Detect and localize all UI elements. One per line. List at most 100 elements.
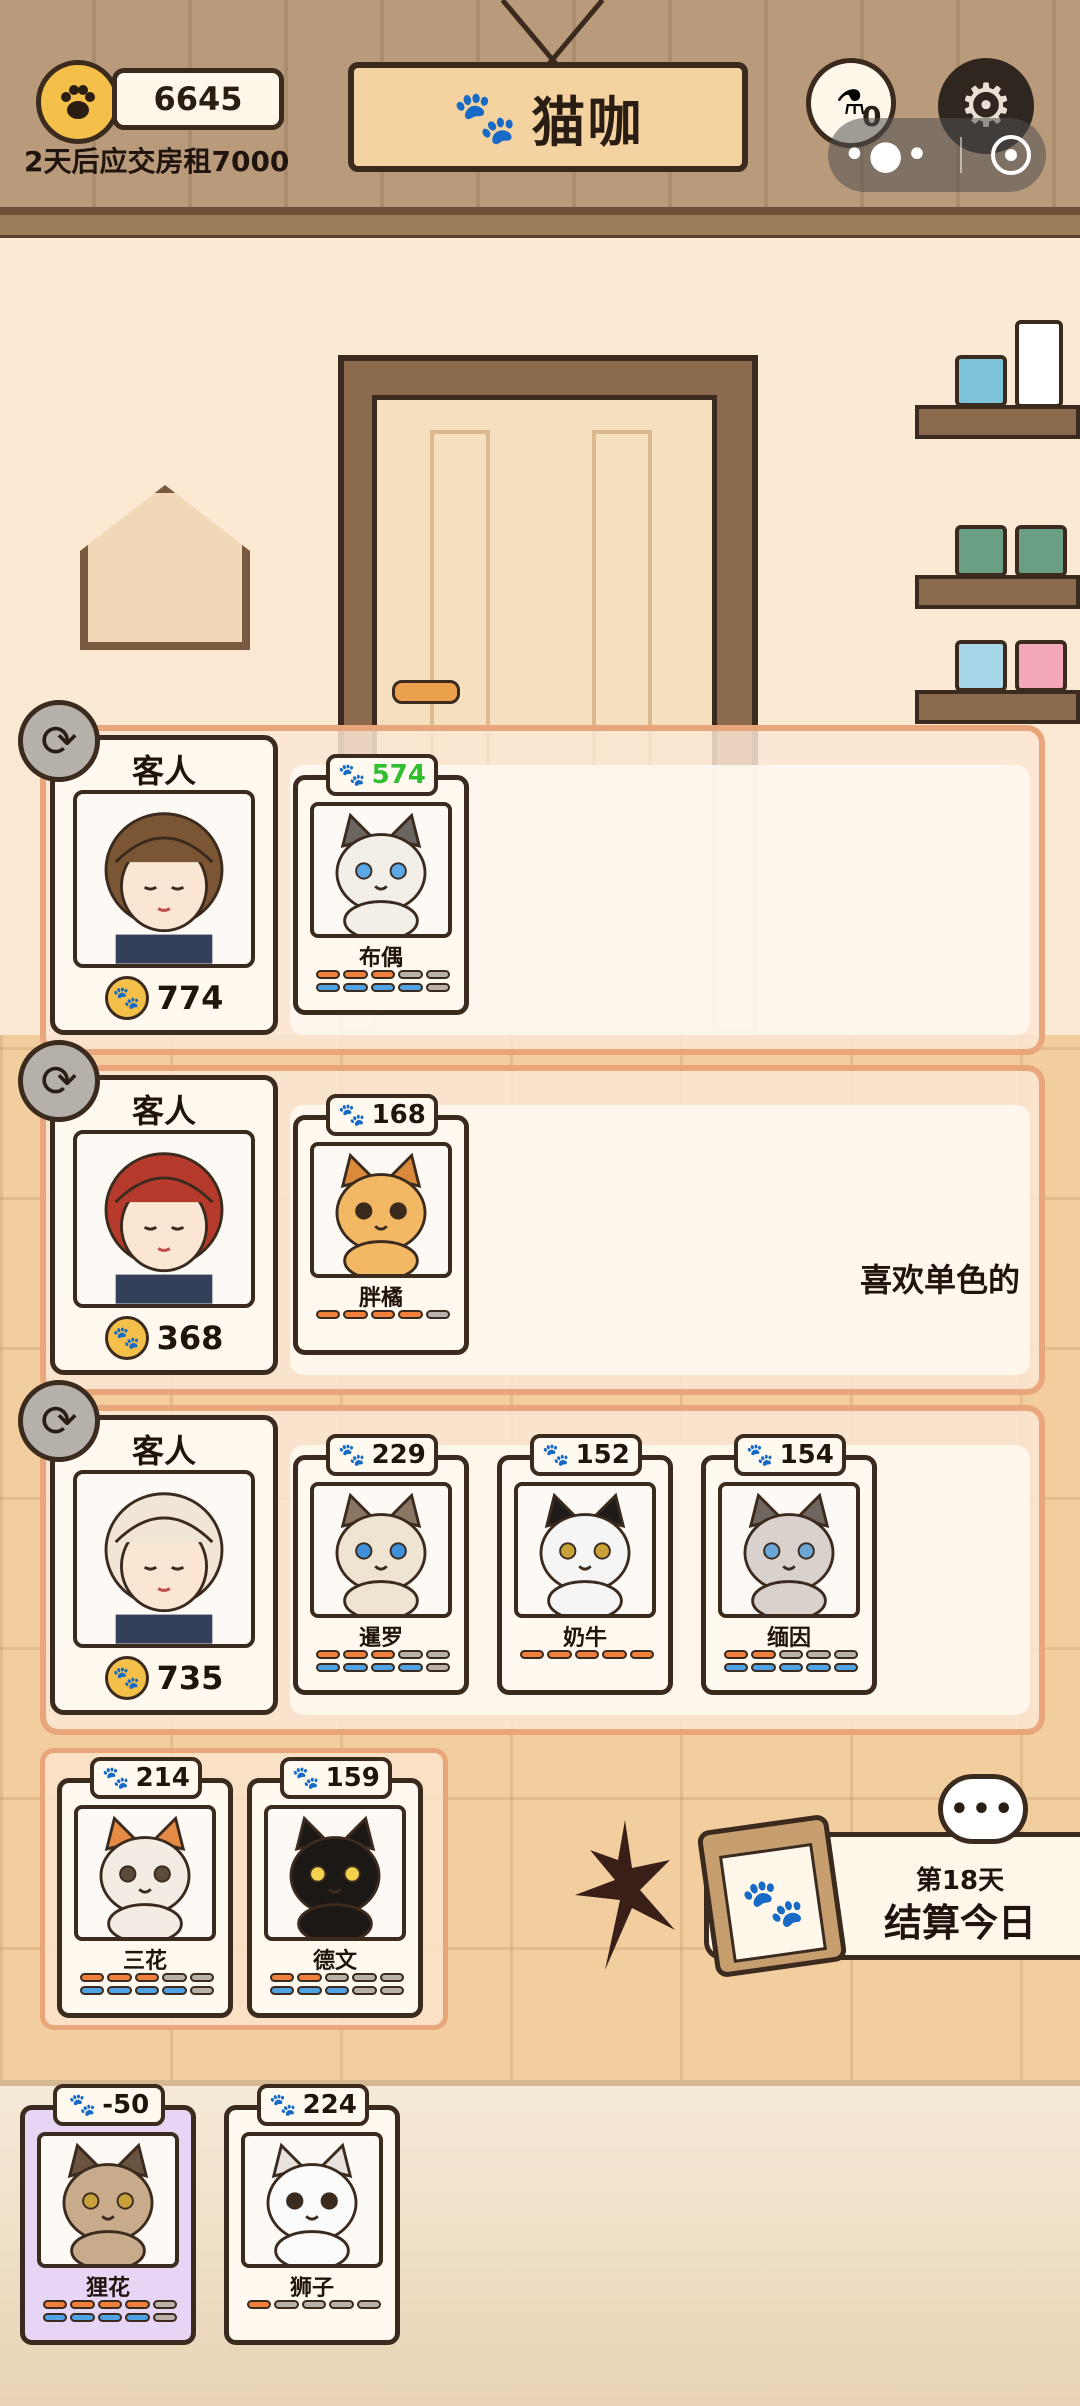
chat-icon[interactable]: ••• xyxy=(938,1774,1028,1844)
stat-pip xyxy=(316,1663,341,1672)
cat-portrait-icon xyxy=(335,812,427,934)
stat-pip xyxy=(370,1650,396,1659)
cat-score-tag: 🐾 -50 xyxy=(53,2084,165,2126)
paw-icon: 🐾 xyxy=(542,1442,570,1468)
stat-pip xyxy=(152,2300,178,2309)
stat-pip xyxy=(343,983,368,992)
cat-card[interactable]: 🐾 159 德文 xyxy=(247,1757,423,2018)
refresh-guest-button[interactable]: ⟳ xyxy=(18,700,100,782)
stat-pip xyxy=(778,1650,804,1659)
cat-card[interactable]: 🐾 574 布偶 xyxy=(293,754,469,1015)
stat-pip xyxy=(425,1650,451,1659)
jar-decor xyxy=(955,355,1007,407)
jar-decor xyxy=(1015,525,1067,577)
cat-name: 缅因 xyxy=(766,1626,811,1651)
cat-card[interactable]: 🐾 168 胖橘 xyxy=(293,1094,469,1355)
guest-reward: 🐾 735 xyxy=(55,1656,273,1700)
stat-pip xyxy=(520,1650,545,1659)
stat-pip xyxy=(370,970,396,979)
paw-coin-icon: 🐾 xyxy=(104,1316,149,1360)
jar-decor xyxy=(1015,640,1067,692)
cat-stat-bars xyxy=(43,2300,178,2326)
wall-shelf xyxy=(915,690,1080,724)
paw-icon: 🐾 xyxy=(718,1842,828,1963)
stat-pip xyxy=(343,1663,368,1672)
paw-icon: 🐾 xyxy=(338,1442,366,1468)
stat-pip xyxy=(134,1986,160,1995)
stat-pip xyxy=(189,1973,215,1982)
stat-row xyxy=(43,2300,178,2309)
cat-card[interactable]: 🐾 214 三花 xyxy=(57,1757,233,2018)
stat-pip xyxy=(43,2313,68,2322)
cat-portrait-icon xyxy=(539,1492,631,1614)
stat-pip xyxy=(316,1310,341,1319)
stat-pip xyxy=(316,1650,341,1659)
guest-portrait-icon xyxy=(104,1152,224,1304)
capsule-divider xyxy=(960,137,963,173)
stat-pip xyxy=(602,1650,627,1659)
stat-pip xyxy=(425,983,451,992)
refresh-guest-button[interactable]: ⟳ xyxy=(18,1040,100,1122)
stat-pip xyxy=(724,1663,749,1672)
cat-card[interactable]: 🐾 224 狮子 xyxy=(224,2084,400,2345)
refresh-guest-button[interactable]: ⟳ xyxy=(18,1380,100,1462)
stat-pip xyxy=(398,983,423,992)
stat-pip xyxy=(125,2300,150,2309)
guest-portrait-icon xyxy=(104,1492,224,1644)
stat-row xyxy=(80,1986,215,1995)
guest-card[interactable]: 客人 🐾 774 xyxy=(50,735,278,1035)
stat-pip xyxy=(751,1650,776,1659)
cat-card[interactable]: 🐾 229 暹罗 xyxy=(293,1434,469,1695)
cat-stat-bars xyxy=(80,1973,215,1999)
cat-card[interactable]: 🐾 154 缅因 xyxy=(701,1434,877,1695)
more-dots-icon[interactable]: •●• xyxy=(843,132,931,178)
cat-portrait xyxy=(514,1482,656,1618)
stat-pip xyxy=(316,970,341,979)
stat-pip xyxy=(274,2300,299,2309)
cat-portrait-icon xyxy=(335,1152,427,1274)
stat-row xyxy=(520,1650,655,1659)
stat-pip xyxy=(80,1973,105,1982)
stat-pip xyxy=(547,1650,572,1659)
stat-pip xyxy=(398,1650,423,1659)
cat-portrait-icon xyxy=(743,1492,835,1614)
settle-day-button[interactable]: 结算今日 xyxy=(848,1892,1072,1947)
stat-pip xyxy=(189,1986,215,1995)
stat-row xyxy=(724,1663,859,1672)
guest-portrait-icon xyxy=(104,812,224,964)
cat-portrait xyxy=(37,2132,179,2268)
guest-reward-value: 368 xyxy=(156,1319,224,1357)
cat-card[interactable]: 🐾 152 奶牛 xyxy=(497,1434,673,1695)
cat-score-tag: 🐾 214 xyxy=(90,1757,202,1799)
stat-row xyxy=(247,2300,382,2309)
cat-card[interactable]: 🐾 -50 狸花 xyxy=(20,2084,196,2345)
cat-score: 229 xyxy=(371,1440,426,1470)
cat-score-tag: 🐾 168 xyxy=(326,1094,438,1136)
coin-balance: 6645 xyxy=(112,68,284,130)
paw-icon: 🐾 xyxy=(338,1102,366,1128)
stat-pip xyxy=(356,2300,382,2309)
stat-pip xyxy=(152,2313,178,2322)
guest-card[interactable]: 客人 🐾 735 xyxy=(50,1415,278,1715)
close-circle-icon[interactable] xyxy=(991,135,1032,175)
stat-pip xyxy=(80,1986,105,1995)
cat-score: 168 xyxy=(371,1100,426,1130)
stat-pip xyxy=(778,1663,804,1672)
cat-name: 德文 xyxy=(312,1949,357,1974)
stat-pip xyxy=(97,2300,123,2309)
stat-pip xyxy=(162,1986,187,1995)
stat-pip xyxy=(324,1973,350,1982)
guest-card[interactable]: 客人 🐾 368 xyxy=(50,1075,278,1375)
stat-pip xyxy=(324,1986,350,1995)
stat-pip xyxy=(70,2313,95,2322)
paw-icon: 🐾 xyxy=(269,2092,297,2118)
cat-portrait-icon xyxy=(289,1815,381,1937)
guest-portrait xyxy=(73,1470,255,1648)
paw-icon: 🐾 xyxy=(292,1765,320,1791)
cat-name: 暹罗 xyxy=(358,1626,403,1651)
stat-pip xyxy=(751,1663,776,1672)
cat-portrait xyxy=(264,1805,406,1941)
stat-pip xyxy=(370,1663,396,1672)
wall-trim xyxy=(0,215,1080,238)
stat-pip xyxy=(343,1650,368,1659)
